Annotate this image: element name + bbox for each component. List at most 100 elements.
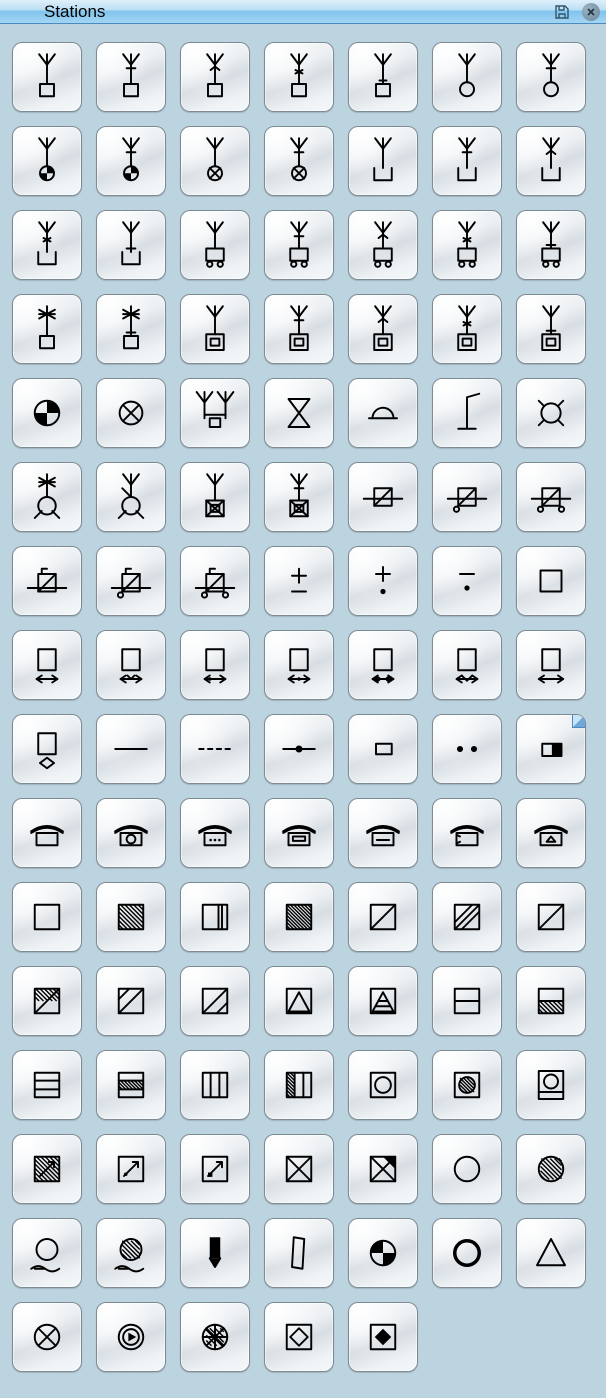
symbol-half-dome[interactable] [348, 378, 418, 448]
symbol-antenna-inner-sq-4[interactable] [432, 294, 502, 364]
symbol-antenna-circle-2[interactable] [516, 42, 586, 112]
symbol-sq-vbar-right[interactable] [180, 882, 250, 952]
symbol-diag-square-tab-1[interactable] [12, 546, 82, 616]
symbol-antenna-square-5[interactable] [348, 42, 418, 112]
symbol-square-underarrows-7[interactable] [516, 630, 586, 700]
symbol-antenna-wheels-3[interactable] [348, 210, 418, 280]
symbol-star-antenna-sq-1[interactable] [12, 294, 82, 364]
symbol-circle-outline[interactable] [432, 1134, 502, 1204]
symbol-hourglass[interactable] [264, 378, 334, 448]
symbol-antenna-open-box-3[interactable] [516, 126, 586, 196]
symbol-antenna-cross-circle-1[interactable] [180, 126, 250, 196]
symbol-ring-thick[interactable] [432, 1218, 502, 1288]
symbol-hatched-circle-wave[interactable] [96, 1218, 166, 1288]
symbol-star-cross-circle-1[interactable] [12, 462, 82, 532]
symbol-sq-diag-4[interactable] [180, 966, 250, 1036]
symbol-sq-split-h[interactable] [432, 966, 502, 1036]
symbol-desk-phone-1[interactable] [12, 798, 82, 868]
symbol-two-dots[interactable] [432, 714, 502, 784]
symbol-circle-over-wave[interactable] [12, 1218, 82, 1288]
symbol-antenna-cross-circle-2[interactable] [264, 126, 334, 196]
symbol-antenna-inner-sq-1[interactable] [180, 294, 250, 364]
symbol-x-in-circle-corners[interactable] [516, 378, 586, 448]
symbol-two-antennas-box[interactable] [180, 378, 250, 448]
symbol-sq-diamond[interactable] [264, 1302, 334, 1372]
symbol-antenna-x-in-box-2[interactable] [264, 462, 334, 532]
symbol-desk-phone-3[interactable] [180, 798, 250, 868]
symbol-sq-diamond-fill[interactable] [348, 1302, 418, 1372]
symbol-hline[interactable] [96, 714, 166, 784]
symbol-sq-diag-3[interactable] [96, 966, 166, 1036]
symbol-antenna-open-box-1[interactable] [348, 126, 418, 196]
symbol-antenna-wheels-2[interactable] [264, 210, 334, 280]
symbol-antenna-inner-sq-2[interactable] [264, 294, 334, 364]
symbol-square-underarrows-5[interactable] [348, 630, 418, 700]
symbol-line-dot[interactable] [264, 714, 334, 784]
symbol-globe-hatch[interactable] [180, 1302, 250, 1372]
symbol-antenna-square-3[interactable] [180, 42, 250, 112]
symbol-ring-dot-arrow[interactable] [96, 1302, 166, 1372]
symbol-antenna-square-1[interactable] [12, 42, 82, 112]
symbol-sq-inner-circle[interactable] [348, 1050, 418, 1120]
symbol-bowtie-circle-filled[interactable] [12, 378, 82, 448]
symbol-antenna-inner-sq-5[interactable] [516, 294, 586, 364]
symbol-plus-over-dot[interactable] [348, 546, 418, 616]
symbol-square-underarrows-6[interactable] [432, 630, 502, 700]
symbol-mast-line[interactable] [432, 378, 502, 448]
symbol-crossed-circle[interactable] [96, 378, 166, 448]
symbol-antenna-filled-circle-2[interactable] [96, 126, 166, 196]
symbol-square-underarrows-1[interactable] [12, 630, 82, 700]
symbol-sq-circle-bar[interactable] [516, 1050, 586, 1120]
symbol-desk-phone-2[interactable] [96, 798, 166, 868]
symbol-antenna-wheels-5[interactable] [516, 210, 586, 280]
symbol-antenna-square-4[interactable] [264, 42, 334, 112]
symbol-diag-square-line-2[interactable] [432, 462, 502, 532]
symbol-sq-outline[interactable] [12, 882, 82, 952]
symbol-desk-phone-6[interactable] [432, 798, 502, 868]
symbol-sq-diag[interactable] [348, 882, 418, 952]
symbol-sq-left-hatch-v[interactable] [264, 1050, 334, 1120]
symbol-antenna-wheels-1[interactable] [180, 210, 250, 280]
symbol-antenna-filled-circle-1[interactable] [12, 126, 82, 196]
symbol-bowtie-circle[interactable] [348, 1218, 418, 1288]
symbol-desk-phone-4[interactable] [264, 798, 334, 868]
symbol-sq-x-half[interactable] [348, 1134, 418, 1204]
symbol-square-underarrows-3[interactable] [180, 630, 250, 700]
symbol-square-underarrows-2[interactable] [96, 630, 166, 700]
symbol-dashed-line[interactable] [180, 714, 250, 784]
symbol-sq-hatch-arrow[interactable] [12, 1134, 82, 1204]
symbol-square-underarrows-8[interactable] [12, 714, 82, 784]
symbol-sq-vsplit[interactable] [180, 1050, 250, 1120]
symbol-sq-hatch-full[interactable] [96, 882, 166, 952]
symbol-sq-diag-2[interactable] [516, 882, 586, 952]
symbol-sq-hatch-full-2[interactable] [264, 882, 334, 952]
symbol-antenna-open-box-5[interactable] [96, 210, 166, 280]
symbol-antenna-open-box-4[interactable] [12, 210, 82, 280]
symbol-sq-x[interactable] [264, 1134, 334, 1204]
symbol-circle-hatched[interactable] [516, 1134, 586, 1204]
symbol-quad[interactable] [264, 1218, 334, 1288]
symbol-star-antenna-sq-2[interactable] [96, 294, 166, 364]
symbol-sq-arrow-1[interactable] [96, 1134, 166, 1204]
close-icon[interactable] [582, 3, 600, 21]
symbol-desk-phone-7[interactable] [516, 798, 586, 868]
symbol-antenna-circle-1[interactable] [432, 42, 502, 112]
symbol-square-underarrows-4[interactable] [264, 630, 334, 700]
symbol-sq-multi-diag[interactable] [432, 882, 502, 952]
symbol-sq-triple-h[interactable] [12, 1050, 82, 1120]
symbol-antenna-square-2[interactable] [96, 42, 166, 112]
symbol-circle-x[interactable] [12, 1302, 82, 1372]
symbol-minus-over-dot[interactable] [432, 546, 502, 616]
symbol-diag-square-tab-3[interactable] [180, 546, 250, 616]
symbol-empty-square[interactable] [516, 546, 586, 616]
symbol-sq-mid-hatch[interactable] [96, 1050, 166, 1120]
symbol-diag-square-line-1[interactable] [348, 462, 418, 532]
symbol-flag-down[interactable] [180, 1218, 250, 1288]
symbol-sq-half-hatch-diag[interactable] [12, 966, 82, 1036]
save-icon[interactable] [552, 2, 572, 22]
symbol-antenna-x-in-box-1[interactable] [180, 462, 250, 532]
symbol-sq-triangle[interactable] [264, 966, 334, 1036]
symbol-antenna-open-box-2[interactable] [432, 126, 502, 196]
symbol-desk-phone-5[interactable] [348, 798, 418, 868]
symbol-small-rect[interactable] [348, 714, 418, 784]
